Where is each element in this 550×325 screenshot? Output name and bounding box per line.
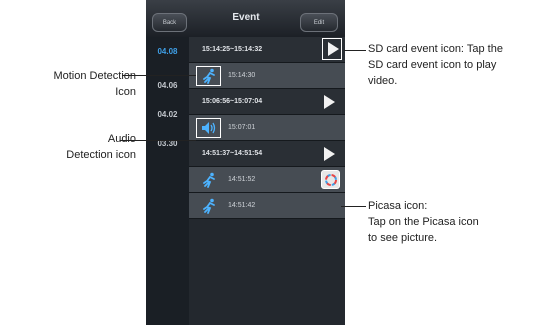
event-list: 15:14:25~15:14:32 15:14:30 15:06:56~15:0… <box>189 37 345 325</box>
motion-annotation: Motion Detection Icon <box>53 70 136 98</box>
play-icon[interactable] <box>322 38 342 60</box>
event-time-label: 15:07:01 <box>228 124 256 131</box>
motion-detection-icon[interactable] <box>196 196 221 216</box>
list-item[interactable]: 14:51:42 <box>189 193 345 219</box>
list-item[interactable]: 15:06:56~15:07:04 <box>189 89 345 115</box>
event-range-label: 15:14:25~15:14:32 <box>202 46 263 53</box>
sidebar-item-date[interactable]: 04.02 <box>146 104 189 124</box>
event-time-label: 15:14:30 <box>228 72 256 79</box>
play-icon[interactable] <box>324 95 335 109</box>
motion-detection-icon[interactable] <box>196 66 221 86</box>
date-sidebar: 04.08 04.06 04.02 03.30 <box>146 37 189 325</box>
event-range-label: 15:06:56~15:07:04 <box>202 98 263 105</box>
picasa-icon[interactable] <box>321 170 340 189</box>
sidebar-item-date[interactable]: 04.08 <box>146 41 189 61</box>
play-icon[interactable] <box>324 147 335 161</box>
annotation-leader-line <box>344 50 366 51</box>
motion-detection-icon[interactable] <box>196 170 221 190</box>
list-item[interactable]: 15:14:30 <box>189 63 345 89</box>
audio-detection-icon[interactable] <box>196 118 221 138</box>
phone-screen: Back Event Edit 04.08 04.06 04.02 03.30 … <box>146 0 345 325</box>
sdcard-annotation: SD card event icon: Tap the SD card even… <box>368 43 503 87</box>
list-item[interactable]: 14:51:52 <box>189 167 345 193</box>
sidebar-item-date[interactable]: 04.06 <box>146 75 189 95</box>
back-button[interactable]: Back <box>152 13 187 32</box>
annotation-leader-line <box>341 206 366 207</box>
edit-button[interactable]: Edit <box>300 13 338 32</box>
annotation-leader-line <box>122 75 196 76</box>
list-item[interactable]: 15:07:01 <box>189 115 345 141</box>
picasa-annotation: Picasa icon: Tap on the Picasa icon to s… <box>368 200 479 244</box>
list-item[interactable]: 15:14:25~15:14:32 <box>189 37 345 63</box>
event-time-label: 14:51:52 <box>228 176 256 183</box>
header-bar: Back Event Edit <box>146 0 345 38</box>
page-title: Event <box>232 12 260 23</box>
list-item[interactable]: 14:51:37~14:51:54 <box>189 141 345 167</box>
event-range-label: 14:51:37~14:51:54 <box>202 150 263 157</box>
event-time-label: 14:51:42 <box>228 202 256 209</box>
audio-annotation: Audio Detection icon <box>66 133 136 161</box>
sidebar-item-date[interactable]: 03.30 <box>146 133 189 153</box>
annotation-leader-line <box>120 140 196 141</box>
